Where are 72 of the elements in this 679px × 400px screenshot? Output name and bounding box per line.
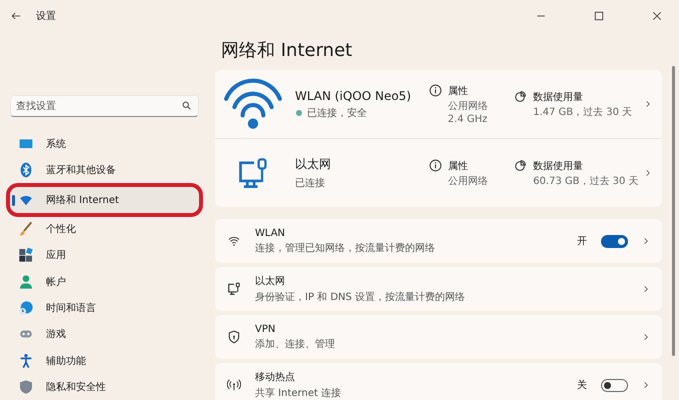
- toggle-switch[interactable]: [601, 234, 628, 248]
- window-title: 设置: [36, 10, 57, 23]
- toggle-state-label: 开: [577, 235, 587, 248]
- wifi-icon: [227, 235, 241, 247]
- back-arrow-icon: [10, 11, 22, 21]
- data-usage-link[interactable]: 数据使用量: [533, 158, 639, 172]
- chevron-right-icon: [642, 284, 650, 294]
- settings-row[interactable]: 以太网 身份验证，IP 和 DNS 设置，按流量计费的网络: [215, 267, 662, 311]
- close-icon: [652, 11, 662, 21]
- globe-clock-icon: [18, 300, 34, 316]
- nav-item[interactable]: 网络和 Internet: [10, 186, 199, 213]
- nav-item[interactable]: 应用: [10, 242, 199, 268]
- person-icon: [18, 274, 34, 290]
- properties-link[interactable]: 属性: [448, 84, 488, 98]
- connection-status: 已连接，安全: [306, 106, 367, 120]
- data-usage-value: 60.73 GB，过去 30 天: [533, 174, 639, 188]
- search-field[interactable]: 查找设置: [10, 95, 199, 117]
- nav-item[interactable]: 系统: [10, 131, 199, 158]
- data-usage-value: 1.47 GB，过去 30 天: [533, 106, 632, 118]
- setting-title: 移动热点: [255, 370, 296, 384]
- pie-chart-icon: [514, 90, 528, 102]
- settings-row[interactable]: WLAN 连接，管理已知网络，按流量计费的网络 开: [215, 219, 662, 263]
- maximize-icon: [594, 11, 604, 21]
- property-value: 公用网络: [448, 174, 488, 188]
- nav-item[interactable]: 游戏: [10, 321, 199, 348]
- nav-item[interactable]: 时间和语言: [10, 294, 199, 322]
- data-usage-link[interactable]: 数据使用量: [533, 90, 632, 104]
- nav-item[interactable]: 帐户: [10, 268, 199, 295]
- toggle-state-label: 关: [577, 378, 587, 392]
- info-icon: [428, 84, 442, 96]
- chevron-right-icon: [642, 380, 650, 390]
- setting-description: 共享 Internet 连接: [255, 386, 342, 400]
- setting-description: 添加、连接、管理: [255, 338, 336, 350]
- chevron-right-icon: [644, 168, 652, 178]
- nav-item[interactable]: 个性化: [10, 216, 199, 242]
- toggle-switch[interactable]: [601, 378, 628, 392]
- search-icon: [182, 101, 191, 110]
- nav-item[interactable]: 隐私和安全性: [10, 374, 199, 400]
- hotspot-icon: [227, 378, 241, 392]
- back-button[interactable]: [10, 11, 22, 21]
- bluetooth-icon: [18, 162, 34, 178]
- shield-icon: [227, 330, 241, 344]
- chevron-right-icon: [642, 332, 650, 342]
- chevron-right-icon: [642, 236, 650, 246]
- info-icon: [428, 158, 442, 172]
- brush-icon: [18, 221, 34, 238]
- nav-item[interactable]: 辅助功能: [10, 347, 199, 374]
- wifi-icon: [222, 78, 284, 130]
- setting-title: WLAN: [255, 228, 286, 238]
- settings-row[interactable]: VPN 添加、连接、管理: [215, 315, 662, 359]
- shield-icon: [18, 378, 34, 395]
- setting-description: 身份验证，IP 和 DNS 设置，按流量计费的网络: [255, 290, 466, 304]
- chevron-right-icon: [644, 99, 652, 109]
- nav-item[interactable]: 蓝牙和其他设备: [10, 157, 199, 184]
- accessibility-figure-icon: [18, 352, 34, 369]
- setting-description: 连接，管理已知网络，按流量计费的网络: [255, 242, 436, 254]
- property-value: 2.4 GHz: [448, 114, 488, 124]
- connection-status: 已连接: [294, 176, 326, 190]
- open-button[interactable]: [644, 168, 652, 178]
- property-value: 公用网络: [448, 100, 488, 112]
- page-heading: 网络和 Internet: [221, 39, 354, 62]
- scrollbar-thumb[interactable]: [672, 66, 675, 356]
- apps-grid-icon: [18, 247, 34, 264]
- connection-name: 以太网: [294, 156, 332, 173]
- pie-chart-icon: [514, 158, 528, 172]
- open-button[interactable]: [644, 99, 652, 109]
- settings-row[interactable]: 移动热点 共享 Internet 连接 关: [215, 363, 662, 400]
- setting-title: VPN: [255, 324, 276, 334]
- setting-title: 以太网: [255, 274, 286, 288]
- ethernet-monitor-icon: [227, 282, 241, 296]
- connection-name: WLAN (iQOO Neo5): [294, 88, 412, 102]
- properties-link[interactable]: 属性: [448, 158, 488, 172]
